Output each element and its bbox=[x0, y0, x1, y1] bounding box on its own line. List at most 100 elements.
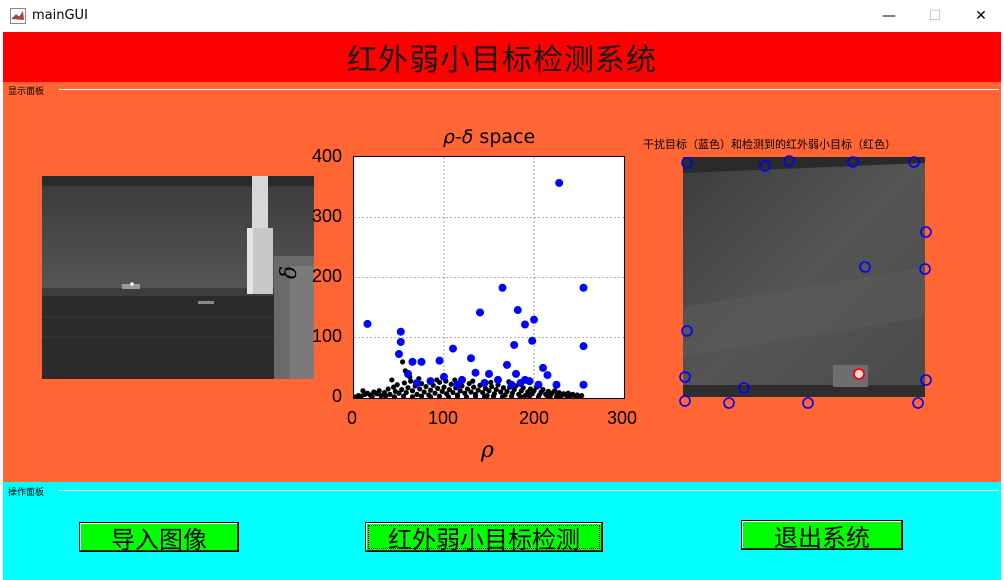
x-tick-0: 0 bbox=[347, 408, 358, 428]
header-banner: 红外弱小目标检测系统 bbox=[3, 32, 1001, 82]
scatter-point-blue bbox=[440, 372, 448, 381]
plot-title-dash: - bbox=[454, 126, 462, 148]
scatter-point-blue bbox=[543, 371, 552, 380]
window-titlebar: mainGUI — ☐ ✕ bbox=[0, 0, 1004, 32]
scatter-point-blue bbox=[534, 380, 543, 389]
maximize-button[interactable]: ☐ bbox=[912, 0, 958, 32]
scatter-point-blue bbox=[555, 178, 564, 187]
scatter-point-blue bbox=[528, 336, 537, 345]
minimize-button[interactable]: — bbox=[866, 0, 912, 32]
scatter-point-blue bbox=[453, 380, 462, 389]
scatter-point-blue bbox=[525, 377, 534, 386]
scatter-point-black bbox=[401, 380, 407, 386]
interference-marker bbox=[679, 395, 691, 407]
scatter-point-black bbox=[423, 383, 429, 390]
scatter-point-blue bbox=[579, 283, 588, 292]
scatter-point-black bbox=[468, 389, 474, 395]
scatter-point-blue bbox=[513, 306, 522, 315]
scatter-point-black bbox=[436, 393, 443, 398]
scatter-point-blue bbox=[435, 356, 444, 365]
scatter-point-black bbox=[360, 388, 366, 394]
scatter-point-black bbox=[414, 391, 420, 397]
scatter-point-black bbox=[427, 387, 434, 393]
scatter-point-blue bbox=[449, 344, 457, 353]
scatter-point-blue bbox=[396, 337, 405, 346]
scatter-point-blue bbox=[530, 315, 538, 324]
interference-marker bbox=[802, 397, 814, 409]
y-tick-0: 0 bbox=[332, 386, 343, 406]
scatter-point-black bbox=[493, 386, 499, 393]
y-tick-400: 400 bbox=[312, 146, 343, 166]
scatter-point-blue bbox=[413, 378, 421, 387]
interference-marker bbox=[912, 397, 924, 409]
scatter-plot bbox=[354, 157, 624, 398]
scatter-point-black bbox=[450, 389, 456, 396]
scatter-point-black bbox=[394, 382, 400, 388]
scatter-point-blue bbox=[408, 357, 417, 366]
scatter-point-black bbox=[441, 384, 447, 390]
result-caption: 干扰目标（蓝色）和检测到的红外弱小目标（红色） bbox=[643, 138, 896, 151]
exit-system-button[interactable]: 退出系统 bbox=[741, 520, 903, 552]
detect-target-button[interactable]: 红外弱小目标检测 bbox=[365, 522, 603, 554]
x-tick-300: 300 bbox=[607, 408, 638, 428]
scatter-point-blue bbox=[396, 327, 405, 336]
plot-title-delta: δ bbox=[461, 126, 474, 148]
display-panel-label: 显示面板 bbox=[8, 87, 45, 97]
scatter-point-blue bbox=[498, 283, 507, 292]
plot-title-rho: ρ bbox=[442, 126, 455, 148]
scatter-point-black bbox=[434, 377, 440, 383]
scatter-point-blue bbox=[539, 363, 547, 372]
scatter-point-black bbox=[579, 392, 585, 398]
scatter-point-blue bbox=[494, 375, 502, 384]
scatter-point-blue bbox=[467, 354, 475, 363]
scatter-point-blue bbox=[395, 350, 403, 359]
operation-panel-label: 操作面板 bbox=[8, 488, 45, 498]
scatter-point-black bbox=[540, 386, 546, 393]
maximize-icon: ☐ bbox=[928, 8, 942, 24]
scatter-point-blue bbox=[512, 369, 520, 378]
page-title: 红外弱小目标检测系统 bbox=[347, 43, 657, 78]
scatter-point-blue bbox=[579, 342, 588, 351]
close-button[interactable]: ✕ bbox=[958, 0, 1004, 32]
scatter-point-black bbox=[471, 384, 477, 390]
scatter-point-blue bbox=[480, 378, 489, 387]
scatter-point-blue bbox=[485, 369, 493, 378]
plot-title: ρ-δ space bbox=[353, 126, 625, 148]
detection-result-image bbox=[679, 155, 932, 409]
scatter-point-blue bbox=[471, 368, 480, 377]
scatter-point-black bbox=[405, 385, 411, 391]
scatter-point-blue bbox=[579, 380, 588, 389]
scatter-point-black bbox=[475, 387, 481, 393]
scatter-point-black bbox=[376, 388, 382, 394]
plot-title-suffix: space bbox=[473, 126, 536, 148]
scatter-point-black bbox=[399, 386, 405, 393]
operation-panel: 操作面板 导入图像 红外弱小目标检测 退出系统 bbox=[3, 482, 1001, 580]
matlab-app-icon bbox=[10, 8, 26, 24]
scatter-point-blue bbox=[552, 380, 561, 389]
scatter-plot-area bbox=[353, 156, 625, 399]
scatter-point-blue bbox=[503, 360, 511, 369]
y-axis-label: δ bbox=[277, 265, 303, 280]
close-icon: ✕ bbox=[975, 8, 987, 24]
scatter-point-blue bbox=[476, 308, 484, 317]
interference-marker bbox=[723, 397, 735, 409]
scatter-point-black bbox=[417, 386, 423, 392]
display-panel-border bbox=[59, 89, 999, 90]
scatter-point-black bbox=[387, 391, 393, 397]
detected-target-marker bbox=[853, 368, 865, 380]
import-image-button[interactable]: 导入图像 bbox=[79, 522, 239, 554]
y-tick-200: 200 bbox=[312, 266, 343, 286]
minimize-icon: — bbox=[882, 8, 896, 24]
scatter-point-black bbox=[470, 378, 476, 384]
scatter-point-black bbox=[435, 385, 441, 391]
operation-panel-border bbox=[59, 490, 999, 491]
scatter-point-blue bbox=[507, 380, 516, 389]
scatter-point-black bbox=[389, 377, 395, 383]
scatter-point-blue bbox=[426, 377, 435, 386]
scatter-point-black bbox=[448, 381, 454, 387]
scatter-point-blue bbox=[404, 369, 412, 378]
scatter-point-black bbox=[488, 379, 494, 385]
scatter-point-black bbox=[391, 394, 398, 398]
scatter-point-black bbox=[409, 388, 416, 394]
scatter-point-blue bbox=[417, 357, 426, 366]
